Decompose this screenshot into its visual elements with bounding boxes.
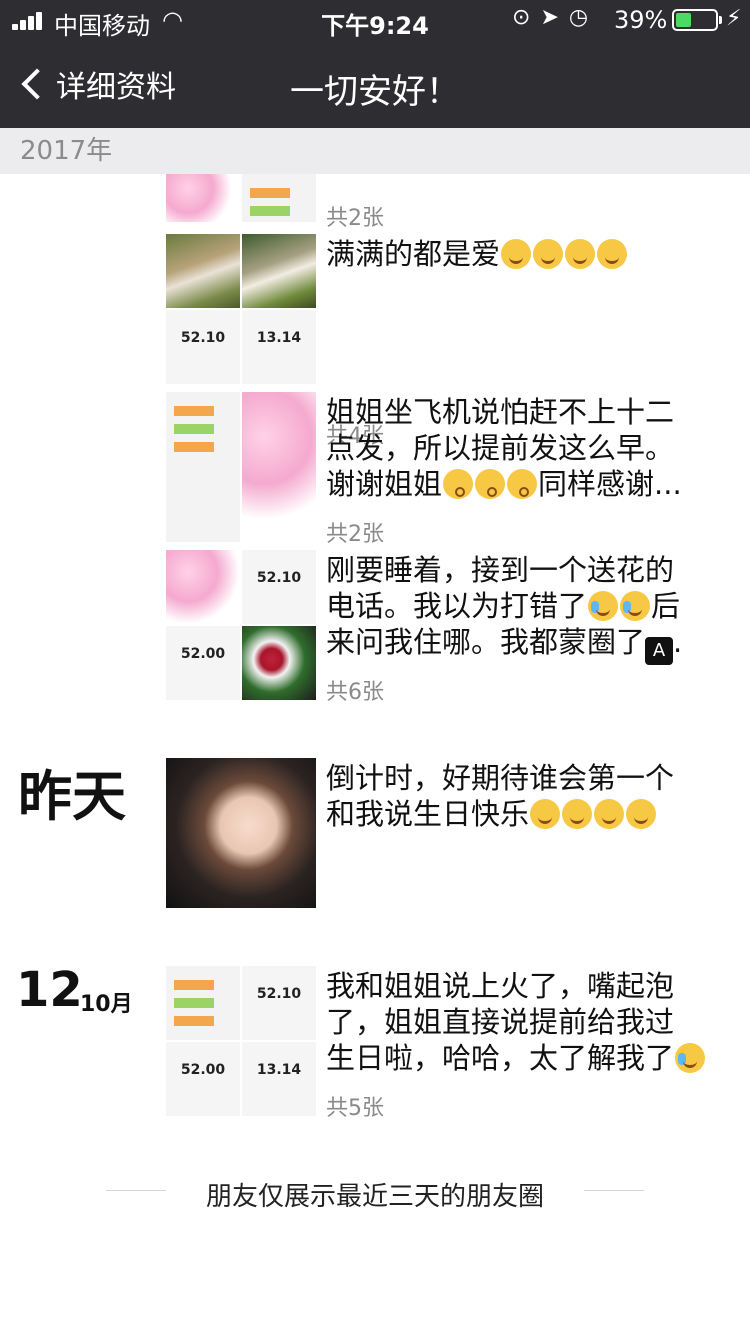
emoji-smile-icon — [626, 799, 657, 829]
post-text-line: 姐姐坐飞机说怕赶不上十二 — [326, 395, 675, 429]
photo-thumbnail[interactable]: 52.00 — [166, 1042, 240, 1116]
emoji-smile-icon — [597, 239, 628, 269]
location-icon: ➤ — [540, 5, 569, 30]
photo-thumbnail[interactable] — [242, 174, 316, 222]
post-text: 倒计时，好期待谁会第一个 和我说生日快乐 — [326, 760, 736, 832]
photo-count: 共6张 — [326, 680, 384, 705]
emoji-kiss-icon — [507, 469, 538, 499]
footer-text: 朋友仅展示最近三天的朋友圈 — [205, 1182, 544, 1212]
battery-percent: 39% — [614, 6, 668, 34]
payment-amount: 52.00 — [180, 1062, 226, 1078]
top-bar: 中国移动 ◠ 下午9:24 ⊙➤◷ 39% ⚡ 详细资料 一切安好！ — [0, 0, 750, 128]
photo-thumbnail[interactable]: 52.00 — [166, 626, 240, 700]
payment-amount: 52.10 — [256, 986, 302, 1002]
payment-amount: 13.14 — [256, 1062, 302, 1078]
post-date-day: 12 — [16, 962, 83, 1018]
photo-thumbnail[interactable] — [242, 234, 316, 308]
post-text-line: 倒计时，好期待谁会第一个 — [326, 761, 675, 795]
photo-grid[interactable] — [166, 392, 318, 542]
post-text-line: 电话。我以为打错了 — [326, 589, 588, 623]
feed-footer: 朋友仅展示最近三天的朋友圈 — [0, 1172, 750, 1212]
photo-thumbnail[interactable] — [242, 392, 316, 542]
post-text-line: 来问我住哪。我都蒙圈了 — [326, 625, 646, 659]
charging-icon: ⚡ — [726, 6, 742, 31]
sticker-icon: A — [645, 637, 674, 665]
emoji-smile-icon — [530, 799, 561, 829]
lock-rotation-icon: ⊙ — [512, 5, 541, 30]
post-text-line: 了，姐姐直接说提前给我过 — [326, 1005, 675, 1039]
photo-thumbnail[interactable]: 13.14 — [242, 310, 316, 384]
nav-bar: 详细资料 一切安好！ — [0, 40, 750, 128]
photo-thumbnail[interactable] — [166, 966, 240, 1040]
post-text-line: 刚要睡着，接到一个送花的 — [326, 553, 675, 587]
post-date: 昨天 — [18, 765, 126, 828]
photo-thumbnail[interactable]: 52.10 — [166, 310, 240, 384]
post-text-line: 同样感谢... — [538, 467, 682, 501]
photo-grid[interactable] — [166, 758, 318, 908]
post-text-line: 点发，所以提前发这么早。 — [326, 431, 675, 465]
post-text-line: 后 — [651, 589, 681, 623]
emoji-smile-icon — [501, 239, 532, 269]
divider — [584, 1190, 644, 1191]
post-text-line: 谢谢姐姐 — [326, 467, 443, 501]
emoji-laugh-cry-icon — [675, 1043, 706, 1073]
photo-thumbnail[interactable]: 52.10 — [242, 966, 316, 1040]
emoji-smile-icon — [594, 799, 625, 829]
emoji-smile-icon — [533, 239, 564, 269]
post-text: 姐姐坐飞机说怕赶不上十二 点发，所以提前发这么早。 谢谢姐姐 同样感谢... — [326, 394, 736, 502]
emoji-laugh-cry-icon — [588, 591, 619, 621]
emoji-laugh-cry-icon — [620, 591, 651, 621]
photo-thumbnail[interactable] — [166, 550, 240, 624]
photo-count: 共2张 — [326, 206, 384, 231]
battery-icon — [672, 9, 722, 31]
payment-amount: 52.10 — [256, 570, 302, 586]
post-text: 满满的都是爱 — [326, 236, 736, 272]
post-text-line: 我和姐姐说上火了，嘴起泡 — [326, 969, 675, 1003]
post-date-month: 10月 — [80, 992, 133, 1017]
photo-thumbnail[interactable]: 13.14 — [242, 1042, 316, 1116]
photo-thumbnail[interactable] — [242, 626, 316, 700]
photo-grid[interactable]: 52.10 13.14 — [166, 234, 318, 384]
battery-fill — [676, 13, 691, 27]
photo-thumbnail[interactable]: 52.10 — [242, 550, 316, 624]
photo-thumbnail[interactable] — [166, 758, 316, 908]
photo-grid[interactable] — [166, 174, 318, 222]
post-text: 我和姐姐说上火了，嘴起泡 了，姐姐直接说提前给我过 生日啦，哈哈，太了解我了 — [326, 968, 736, 1076]
photo-thumbnail[interactable] — [166, 392, 240, 542]
emoji-smile-icon — [565, 239, 596, 269]
status-icons: ⊙➤◷ — [512, 5, 598, 30]
emoji-kiss-icon — [443, 469, 474, 499]
status-bar: 中国移动 ◠ 下午9:24 ⊙➤◷ 39% ⚡ — [0, 0, 750, 40]
post-text-line: 满满的都是爱 — [326, 237, 501, 271]
emoji-kiss-icon — [475, 469, 506, 499]
photo-thumbnail[interactable] — [166, 174, 240, 222]
post-text: 刚要睡着，接到一个送花的 电话。我以为打错了 后 来问我住哪。我都蒙圈了 A. — [326, 552, 736, 665]
year-header: 2017年 — [0, 128, 750, 174]
post-text-line: 和我说生日快乐 — [326, 797, 530, 831]
page-title: 一切安好！ — [290, 72, 460, 112]
photo-grid[interactable]: 52.10 52.00 — [166, 550, 318, 700]
payment-amount: 52.00 — [180, 646, 226, 662]
payment-amount: 13.14 — [256, 330, 302, 346]
photo-count: 共5张 — [326, 1096, 384, 1121]
post-text-line: . — [673, 625, 683, 659]
alarm-icon: ◷ — [568, 5, 599, 30]
photo-grid[interactable]: 52.10 52.00 13.14 — [166, 966, 318, 1116]
emoji-smile-icon — [562, 799, 593, 829]
payment-amount: 52.10 — [180, 330, 226, 346]
photo-thumbnail[interactable] — [166, 234, 240, 308]
photo-count: 共2张 — [326, 522, 384, 547]
post-text-line: 生日啦，哈哈，太了解我了 — [326, 1041, 675, 1075]
